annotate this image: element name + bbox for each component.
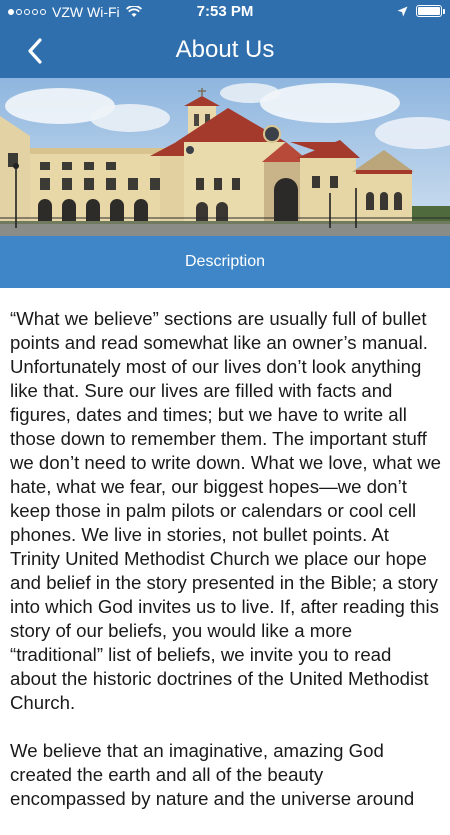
church-building-illustration [0,78,450,236]
church-hero-image [0,78,450,236]
description-section-header: Description [0,236,450,288]
about-text: “What we believe” sections are usually f… [10,307,442,835]
nav-bar: About Us [0,24,450,78]
paragraph: We believe that an imaginative, amazing … [10,740,415,809]
status-right [397,5,445,17]
clock: 7:53 PM [196,3,254,20]
status-bar: VZW Wi-Fi 7:53 PM [0,0,450,24]
app-header: VZW Wi-Fi 7:53 PM About Us [0,0,450,78]
page-title: About Us [175,36,275,63]
section-label: Description [184,253,266,270]
location-arrow-icon [397,6,408,16]
paragraph: “What we believe” sections are usually f… [10,308,441,713]
battery-icon [416,5,445,17]
